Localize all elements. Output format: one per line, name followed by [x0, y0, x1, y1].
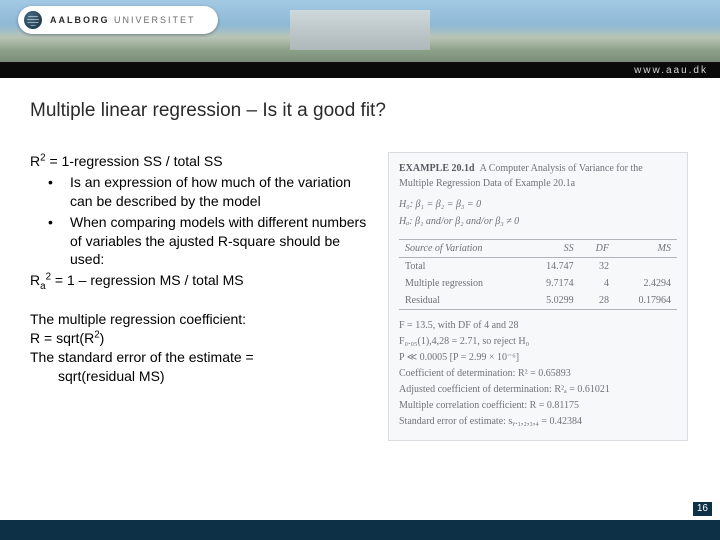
th-ss: SS — [525, 240, 580, 258]
page-title: Multiple linear regression – Is it a goo… — [30, 100, 690, 122]
line-fcrit: F₀.₀₅(1),4,28 = 2.71, so reject H₀ — [399, 334, 677, 349]
site-url: www.aau.dk — [634, 65, 708, 76]
example-head: EXAMPLE 20.1d A Computer Analysis of Var… — [399, 161, 677, 191]
line-p: P ≪ 0.0005 [P = 2.99 × 10⁻⁶] — [399, 350, 677, 365]
logo-bold: AALBORG — [50, 15, 110, 25]
se-label: The standard error of the estimate = — [30, 348, 370, 367]
r2-formula-text: = 1-regression SS / total SS — [46, 153, 223, 169]
anova-table: Source of Variation SS DF MS Total 14.74… — [399, 239, 677, 310]
footer-bar — [0, 520, 720, 540]
line-ra2: Adjusted coefficient of determination: R… — [399, 382, 677, 397]
th-sov: Source of Variation — [399, 240, 525, 258]
right-column: EXAMPLE 20.1d A Computer Analysis of Var… — [388, 152, 690, 441]
bullet-1: Is an expression of how much of the vari… — [48, 173, 370, 211]
mrc-pre: R = sqrt(R — [30, 330, 94, 346]
cell: Total — [399, 258, 525, 276]
example-head-bold: EXAMPLE 20.1d — [399, 163, 475, 174]
r2-formula: R2 = 1-regression SS / total SS — [30, 152, 370, 171]
th-ms: MS — [615, 240, 677, 258]
table-row: Total 14.747 32 — [399, 258, 677, 276]
content: Multiple linear regression – Is it a goo… — [0, 78, 720, 441]
logo-light: UNIVERSITET — [114, 15, 196, 25]
cell: 9.7174 — [525, 275, 580, 292]
example-box: EXAMPLE 20.1d A Computer Analysis of Var… — [388, 152, 688, 441]
line-se: Standard error of estimate: sᵧ.₁,₂,₃,₄ =… — [399, 414, 677, 429]
line-r: Multiple correlation coefficient: R = 0.… — [399, 398, 677, 413]
h0: H₀: β₁ = β₂ = β₃ = 0 — [399, 197, 677, 212]
th-df: DF — [580, 240, 615, 258]
cell: Residual — [399, 292, 525, 310]
banner: www.aau.dk AALBORG UNIVERSITET — [0, 0, 720, 78]
cell: 5.0299 — [525, 292, 580, 310]
mrc-formula: R = sqrt(R2) — [30, 329, 370, 348]
line-f: F = 13.5, with DF of 4 and 28 — [399, 318, 677, 333]
cell: 4 — [580, 275, 615, 292]
cell: 14.747 — [525, 258, 580, 276]
cell: 2.4294 — [615, 275, 677, 292]
bullet-list: Is an expression of how much of the vari… — [30, 173, 370, 269]
se-formula: sqrt(residual MS) — [30, 367, 370, 386]
example-lines: F = 13.5, with DF of 4 and 28 F₀.₀₅(1),4… — [399, 318, 677, 429]
cell: Multiple regression — [399, 275, 525, 292]
cell: 0.17964 — [615, 292, 677, 310]
ra2-formula-text: = 1 – regression MS / total MS — [51, 272, 244, 288]
banner-bar: www.aau.dk — [0, 62, 720, 78]
mrc-post: ) — [100, 330, 105, 346]
table-row: Residual 5.0299 28 0.17964 — [399, 292, 677, 310]
left-column: R2 = 1-regression SS / total SS Is an ex… — [30, 152, 370, 386]
ra2-formula: Ra2 = 1 – regression MS / total MS — [30, 271, 370, 290]
ha: Hₐ: β₁ and/or β₂ and/or β₃ ≠ 0 — [399, 214, 677, 229]
mrc-label: The multiple regression coefficient: — [30, 310, 370, 329]
section-2: The multiple regression coefficient: R =… — [30, 310, 370, 386]
slide: www.aau.dk AALBORG UNIVERSITET Multiple … — [0, 0, 720, 540]
cell: 32 — [580, 258, 615, 276]
cell: 28 — [580, 292, 615, 310]
logo-icon — [24, 11, 42, 29]
logo-pill: AALBORG UNIVERSITET — [18, 6, 218, 34]
cell — [615, 258, 677, 276]
page-number: 16 — [693, 502, 712, 516]
columns: R2 = 1-regression SS / total SS Is an ex… — [30, 152, 690, 441]
bullet-2: When comparing models with different num… — [48, 213, 370, 270]
logo-text: AALBORG UNIVERSITET — [50, 15, 196, 25]
table-row: Multiple regression 9.7174 4 2.4294 — [399, 275, 677, 292]
line-r2: Coefficient of determination: R² = 0.658… — [399, 366, 677, 381]
